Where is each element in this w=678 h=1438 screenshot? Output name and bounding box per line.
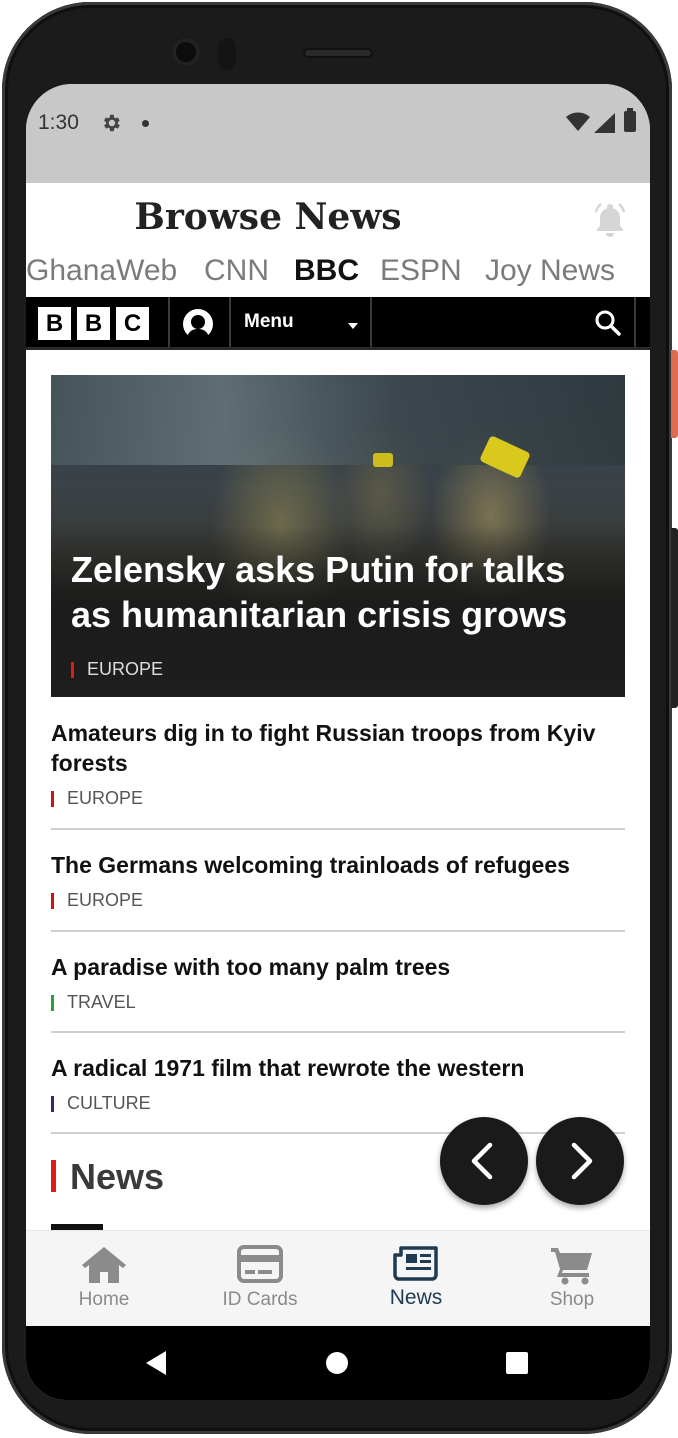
system-navigation-bar <box>26 1326 650 1400</box>
bottom-navigation: Home ID Cards News Shop <box>26 1230 650 1327</box>
search-icon[interactable] <box>594 309 622 337</box>
home-icon <box>82 1247 126 1283</box>
back-button[interactable] <box>440 1117 528 1205</box>
chevron-right-icon <box>571 1142 593 1180</box>
sensor <box>218 38 236 70</box>
screen: 1:30 Browse News GhanaWeb CNN BBC ESPN J… <box>26 84 650 1400</box>
article-category[interactable]: CULTURE <box>51 1093 625 1114</box>
status-time: 1:30 <box>38 111 79 134</box>
bbc-logo-letter: B <box>38 307 71 340</box>
article-category[interactable]: EUROPE <box>51 788 625 809</box>
nav-news[interactable]: News <box>338 1231 494 1327</box>
system-back-icon[interactable] <box>146 1351 166 1375</box>
divider <box>168 297 170 349</box>
notification-dot <box>142 120 149 127</box>
tab-espn[interactable]: ESPN <box>380 254 462 288</box>
hero-story[interactable]: Zelensky asks Putin for talks as humanit… <box>51 375 625 697</box>
nav-label: Shop <box>549 1289 595 1310</box>
tab-cnn[interactable]: CNN <box>204 254 269 288</box>
bbc-logo[interactable]: B B C <box>38 307 149 340</box>
hero-image <box>51 375 625 465</box>
chevron-left-icon <box>471 1142 493 1180</box>
front-camera <box>172 38 200 66</box>
divider <box>634 297 636 349</box>
tab-joy-news[interactable]: Joy News <box>485 254 615 288</box>
wifi-icon <box>566 112 590 131</box>
nav-label: Home <box>78 1289 130 1310</box>
hero-image-detail <box>373 453 393 467</box>
article-headline[interactable]: Amateurs dig in to fight Russian troops … <box>51 718 625 778</box>
power-button <box>671 350 678 438</box>
divider <box>229 297 231 349</box>
article-headline[interactable]: The Germans welcoming trainloads of refu… <box>51 850 625 880</box>
bbc-logo-letter: B <box>77 307 110 340</box>
divider <box>26 347 650 350</box>
bbc-navbar: B B C Menu <box>26 297 650 349</box>
article-category[interactable]: EUROPE <box>51 890 625 911</box>
list-item[interactable]: A paradise with too many palm trees TRAV… <box>51 952 625 1033</box>
volume-button <box>671 528 678 708</box>
notification-bell-icon[interactable] <box>592 200 628 238</box>
divider <box>370 297 372 349</box>
nav-label: News <box>389 1286 443 1309</box>
cart-icon <box>551 1248 592 1285</box>
signal-icon <box>594 113 615 133</box>
forward-button[interactable] <box>536 1117 624 1205</box>
list-item[interactable]: Amateurs dig in to fight Russian troops … <box>51 718 625 830</box>
hero-category[interactable]: EUROPE <box>71 659 163 680</box>
status-bar: 1:30 <box>26 84 650 183</box>
nav-id-cards[interactable]: ID Cards <box>182 1231 338 1327</box>
nav-home[interactable]: Home <box>26 1231 182 1327</box>
article-category[interactable]: TRAVEL <box>51 992 625 1013</box>
page-title: Browse News <box>134 196 402 238</box>
settings-icon <box>104 114 120 132</box>
earpiece-speaker <box>303 48 373 58</box>
battery-icon <box>624 108 636 132</box>
section-heading: News <box>51 1156 164 1198</box>
nav-label: ID Cards <box>222 1289 298 1310</box>
bbc-logo-letter: C <box>116 307 149 340</box>
menu-button[interactable]: Menu <box>244 311 294 333</box>
article-headline[interactable]: A radical 1971 film that rewrote the wes… <box>51 1053 625 1083</box>
article-headline[interactable]: A paradise with too many palm trees <box>51 952 625 982</box>
list-item[interactable]: The Germans welcoming trainloads of refu… <box>51 850 625 932</box>
nav-shop[interactable]: Shop <box>494 1231 650 1327</box>
account-icon[interactable] <box>183 309 213 339</box>
chevron-down-icon <box>348 323 358 329</box>
newspaper-icon <box>393 1246 438 1281</box>
system-home-icon[interactable] <box>326 1352 348 1374</box>
tab-bbc[interactable]: BBC <box>294 254 359 288</box>
id-card-icon <box>237 1245 283 1283</box>
source-tabs: GhanaWeb CNN BBC ESPN Joy News <box>26 254 650 298</box>
tab-ghanaweb[interactable]: GhanaWeb <box>26 254 177 288</box>
system-recents-icon[interactable] <box>506 1352 528 1374</box>
hero-headline[interactable]: Zelensky asks Putin for talks as humanit… <box>71 547 601 637</box>
